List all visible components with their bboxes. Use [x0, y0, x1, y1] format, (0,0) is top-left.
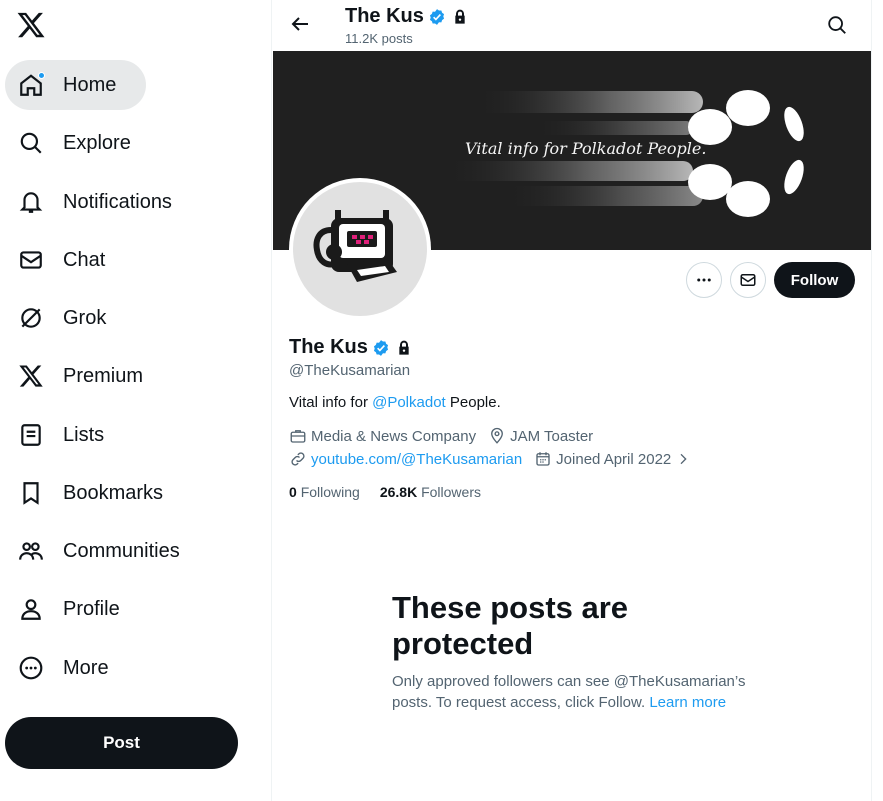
verified-badge-icon: [429, 8, 444, 25]
sidebar-item-label: More: [63, 656, 109, 679]
followers-label: Followers: [421, 484, 481, 500]
profile-category: Media & News Company: [289, 427, 476, 445]
location-label: JAM Toaster: [510, 427, 594, 445]
bio-text: Vital info for: [289, 394, 373, 411]
sidebar-item-premium[interactable]: Premium: [5, 351, 155, 401]
sidebar-item-label: Grok: [63, 306, 107, 329]
follow-button[interactable]: Follow: [774, 262, 855, 298]
more-options-button[interactable]: [686, 262, 722, 298]
sidebar-item-label: Chat: [63, 248, 106, 271]
avatar[interactable]: [289, 178, 431, 320]
profile-website[interactable]: youtube.com/@TheKusamarian: [289, 450, 522, 468]
sidebar-item-label: Bookmarks: [63, 481, 164, 504]
calendar-icon: [536, 452, 550, 466]
sidebar-item-profile[interactable]: Profile: [5, 584, 132, 634]
sidebar-item-label: Explore: [63, 131, 131, 154]
verified-badge-icon[interactable]: [372, 339, 390, 357]
toaster-mascot-icon: [313, 210, 397, 282]
lock-icon: [455, 9, 465, 24]
profile-bio: Vital info for @Polkadot People.: [289, 394, 501, 411]
sidebar-item-lists[interactable]: Lists: [5, 410, 116, 460]
sidebar-item-label: Home: [63, 73, 117, 96]
profile-name: The Kus: [289, 336, 412, 359]
sidebar-item-home[interactable]: Home: [5, 60, 146, 110]
category-label: Media & News Company: [311, 427, 477, 445]
list-icon: [17, 421, 45, 449]
more-circle-icon: [17, 654, 45, 682]
following-label: Following: [300, 484, 360, 500]
avatar-image: [293, 182, 427, 316]
search-icon: [17, 129, 45, 157]
profile-joined[interactable]: Joined April 2022: [534, 450, 695, 468]
location-pin-icon: [491, 427, 504, 444]
post-count: 11.2K posts: [345, 31, 413, 46]
bio-mention-link[interactable]: @Polkadot: [372, 394, 446, 411]
sidebar-item-chat[interactable]: Chat: [5, 235, 117, 285]
message-button[interactable]: [730, 262, 766, 298]
sidebar-item-label: Profile: [63, 597, 120, 620]
sidebar-item-label: Communities: [63, 539, 180, 562]
follow-stats: 0 Following 26.8K Followers: [289, 484, 501, 500]
sidebar-item-notifications[interactable]: Notifications: [5, 177, 184, 227]
communities-icon: [17, 537, 45, 565]
x-logo-icon: [17, 362, 45, 390]
sidebar: Home Explore Notifications Chat Grok Pre…: [0, 0, 272, 801]
following-count: 0: [289, 484, 297, 500]
profile-display-name: The Kus: [289, 336, 368, 358]
profile-meta-row: Media & News Company JAM Toaster: [289, 427, 605, 445]
profile-column: The Kus 11.2K posts Vital info for Polka…: [272, 0, 872, 801]
sidebar-item-label: Lists: [63, 423, 105, 446]
website-link[interactable]: youtube.com/@TheKusamarian: [311, 451, 522, 468]
sidebar-item-grok[interactable]: Grok: [5, 293, 118, 343]
person-icon: [17, 595, 45, 623]
envelope-icon: [17, 246, 45, 274]
post-button[interactable]: Post: [5, 717, 238, 769]
back-arrow-icon[interactable]: [288, 12, 312, 36]
profile-location: JAM Toaster: [488, 427, 593, 445]
lock-icon: [399, 340, 409, 355]
sidebar-item-bookmarks[interactable]: Bookmarks: [5, 468, 175, 518]
more-horizontal-icon: [697, 278, 711, 282]
profile-header-bar: The Kus 11.2K posts: [272, 0, 872, 51]
followers-stat[interactable]: 26.8K Followers: [380, 484, 481, 500]
header-title: The Kus: [345, 5, 468, 28]
sidebar-item-label: Notifications: [63, 190, 172, 213]
briefcase-icon: [290, 430, 306, 443]
chevron-right-icon: [680, 453, 687, 465]
profile-handle: @TheKusamarian: [289, 362, 411, 379]
grok-icon: [17, 304, 45, 332]
home-icon: [17, 71, 45, 99]
banner-tagline: Vital info for Polkadot People.: [465, 139, 707, 158]
bio-text: People.: [445, 394, 501, 411]
followers-count: 26.8K: [379, 484, 418, 500]
sidebar-item-more[interactable]: More: [5, 643, 121, 693]
learn-more-link[interactable]: Learn more: [649, 694, 726, 711]
notification-dot: [38, 72, 45, 79]
joined-label: Joined April 2022: [556, 450, 672, 468]
search-icon[interactable]: [826, 14, 848, 36]
sidebar-item-label: Premium: [63, 364, 144, 387]
bell-icon: [17, 188, 45, 216]
sidebar-item-explore[interactable]: Explore: [5, 118, 143, 168]
following-stat[interactable]: 0 Following: [289, 484, 360, 500]
protected-message: Only approved followers can see @TheKusa…: [392, 671, 762, 713]
header-name: The Kus: [345, 5, 424, 27]
envelope-icon: [740, 274, 756, 286]
sidebar-item-communities[interactable]: Communities: [5, 526, 192, 576]
profile-meta-row-2: youtube.com/@TheKusamarian Joined April …: [289, 450, 707, 468]
x-logo-icon[interactable]: [16, 10, 46, 40]
bookmark-icon: [17, 479, 45, 507]
protected-title: These posts are protected: [392, 590, 629, 661]
link-icon: [291, 452, 305, 466]
